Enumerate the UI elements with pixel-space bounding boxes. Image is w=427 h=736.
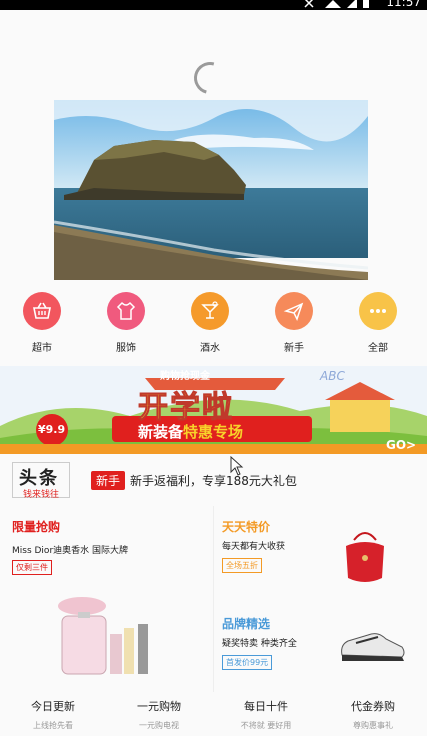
- category-row: 超市 服饰 酒水 新手 全部: [0, 288, 427, 358]
- flash-sale-sub: Miss Dior迪奥香水 国际大牌: [12, 546, 129, 556]
- bottom-feature-nav: 今日更新 上线抢先看 一元购物 一元购电视 每日十件 不将就 要好用 代金券购 …: [0, 694, 427, 736]
- brand-pick-title: 品牌精选: [222, 617, 271, 631]
- category-newbie[interactable]: 新手: [259, 288, 329, 354]
- headline-ticker[interactable]: 头条 钱来钱往 新手 新手返福利，专享188元大礼包: [0, 458, 427, 502]
- mouse-cursor-icon: [230, 456, 244, 476]
- loading-spinner: [188, 56, 232, 100]
- category-label: 服饰: [116, 343, 136, 354]
- category-label: 新手: [284, 343, 304, 354]
- headline-logo-sub: 钱来钱往: [22, 490, 59, 500]
- basket-icon: [23, 292, 61, 330]
- nav-sub: 一元购电视: [139, 721, 179, 730]
- nav-daily-ten[interactable]: 每日十件 不将就 要好用: [213, 694, 319, 731]
- promo-go: GO>: [386, 438, 417, 452]
- promo-subline: 新装备特惠专场: [138, 421, 243, 442]
- flash-sale-card[interactable]: 限量抢购 Miss Dior迪奥香水 国际大牌 仅剩三件: [0, 506, 213, 692]
- nav-title: 每日十件: [244, 700, 288, 713]
- nav-voucher[interactable]: 代金券购 尊购惠事礼: [320, 694, 426, 731]
- category-clothing[interactable]: 服饰: [91, 288, 161, 354]
- cocktail-icon: [191, 292, 229, 330]
- category-drinks[interactable]: 酒水: [175, 288, 245, 354]
- nav-title: 代金券购: [351, 700, 395, 713]
- nav-title: 今日更新: [31, 700, 75, 713]
- paper-plane-icon: [275, 292, 313, 330]
- nav-one-yuan[interactable]: 一元购物 一元购电视: [106, 694, 212, 731]
- nav-title: 一元购物: [137, 700, 181, 713]
- headline-logo: 头条 钱来钱往: [12, 462, 70, 500]
- status-time: 11:57: [386, 0, 421, 9]
- nav-today-update[interactable]: 今日更新 上线抢先看: [0, 694, 106, 731]
- flash-sale-tag: 仅剩三件: [12, 560, 52, 575]
- shirt-icon: [107, 292, 145, 330]
- promo-headline: 开学啦: [138, 390, 234, 426]
- category-supermarket[interactable]: 超市: [7, 288, 77, 354]
- category-all[interactable]: 全部: [343, 288, 413, 354]
- newbie-tag: 新手: [91, 471, 126, 490]
- flash-sale-title: 限量抢购: [12, 520, 61, 534]
- promo-abc: ABC: [320, 369, 345, 383]
- category-label: 酒水: [200, 343, 220, 354]
- daily-special-sub: 每天都有大收获: [222, 542, 286, 552]
- sneaker-image: [341, 633, 405, 661]
- category-label: 全部: [368, 343, 388, 354]
- back-to-school-banner[interactable]: 购物抢现金 开学啦 新装备特惠专场 ¥9.9 GO> ABC: [0, 366, 427, 454]
- perfume-image: [58, 597, 148, 675]
- brand-pick-card[interactable]: 品牌精选 疑奖特卖 种类齐全 首发价99元: [213, 599, 427, 692]
- nav-sub: 尊购惠事礼: [353, 721, 393, 730]
- headline-text[interactable]: 新手返福利，专享188元大礼包: [130, 472, 297, 489]
- brand-pick-tag: 首发价99元: [222, 655, 273, 670]
- promo-subline-white: 新装备: [138, 423, 184, 441]
- category-label: 超市: [32, 343, 52, 354]
- nav-sub: 不将就 要好用: [240, 721, 292, 730]
- daily-special-tag: 全场五折: [222, 558, 262, 573]
- status-bar: 11:57: [0, 0, 427, 10]
- daily-special-title: 天天特价: [222, 520, 271, 534]
- deal-grid: 限量抢购 Miss Dior迪奥香水 国际大牌 仅剩三件 天天特价 每天都有大收…: [0, 506, 427, 692]
- nav-sub: 上线抢先看: [33, 721, 73, 730]
- brand-pick-sub: 疑奖特卖 种类齐全: [222, 639, 297, 649]
- status-icons: [304, 0, 369, 8]
- promo-price: ¥9.9: [38, 423, 66, 436]
- promo-ribbon-text: 购物抢现金: [160, 371, 210, 382]
- red-bag-image: [346, 532, 384, 582]
- promo-subline-yellow: 特惠专场: [183, 423, 244, 441]
- daily-special-card[interactable]: 天天特价 每天都有大收获 全场五折: [213, 506, 427, 599]
- more-dots-icon: [359, 292, 397, 330]
- hero-banner-image[interactable]: [54, 100, 368, 280]
